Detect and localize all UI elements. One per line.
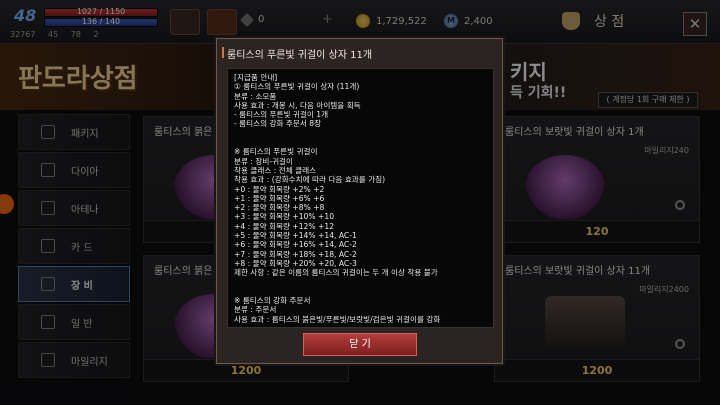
- item-description: [지급품 안내] ① 룸티스의 푸른빛 귀걸이 상자 (11개) 분류 : 소모…: [234, 73, 441, 324]
- close-dialog-button[interactable]: 닫 기: [303, 333, 417, 356]
- dialog-body[interactable]: [지급품 안내] ① 룸티스의 푸른빛 귀걸이 상자 (11개) 분류 : 소모…: [227, 68, 494, 328]
- item-info-dialog: 룸티스의 푸른빛 귀걸이 상자 11개 [지급품 안내] ① 룸티스의 푸른빛 …: [216, 38, 503, 364]
- dialog-title: 룸티스의 푸른빛 귀걸이 상자 11개: [221, 46, 372, 61]
